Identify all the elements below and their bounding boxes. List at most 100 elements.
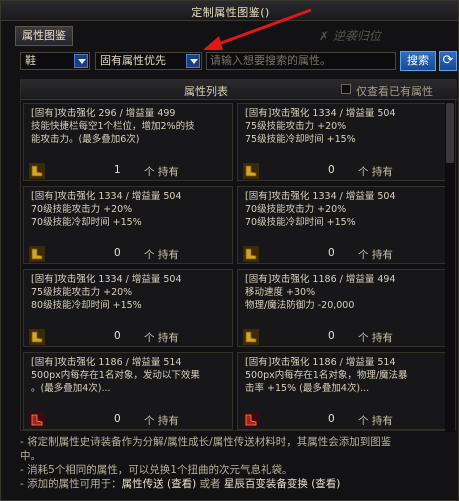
note-line: - 消耗5个相同的属性，可以兑换1个扭曲的次元气息礼袋。 [20, 464, 293, 476]
card-line: 70级技能攻击力 +20% [245, 204, 347, 215]
attribute-card[interactable]: [固有]攻击强化 1186 / 增益量 514 500px内每存在1名对象，发动… [23, 352, 233, 430]
card-line: 500px内每存在1名对象，发动以下效果 [31, 370, 200, 381]
panel-header: 属性列表 仅查看已有属性 [21, 80, 457, 100]
owned-label: 个 持有 [144, 415, 179, 427]
owned-label: 个 持有 [144, 166, 179, 178]
owned-label: 个 持有 [358, 415, 393, 427]
card-footer: 0 个 持有 [24, 411, 232, 430]
card-line: [固有]攻击强化 1186 / 增益量 514 [245, 357, 396, 368]
gold-shoe-icon [29, 163, 45, 179]
card-line: [固有]攻击强化 1334 / 增益量 504 [245, 191, 396, 202]
card-footer: 1 个 持有 [24, 162, 232, 181]
title-bar[interactable]: 定制属性图鉴() [1, 1, 458, 21]
card-line: [固有]攻击强化 1334 / 增益量 504 [31, 274, 182, 285]
scrollbar[interactable] [445, 101, 455, 432]
owned-count: 0 [114, 330, 121, 342]
card-description: [固有]攻击强化 1186 / 增益量 514 500px内每存在1名对象，物理… [245, 356, 443, 412]
card-footer: 0 个 持有 [238, 162, 446, 181]
card-footer: 0 个 持有 [238, 411, 446, 430]
attribute-card[interactable]: [固有]攻击强化 1334 / 增益量 504 70级技能攻击力 +20% 70… [23, 186, 233, 264]
slot-select[interactable]: 鞋 [20, 52, 90, 70]
card-footer: 0 个 持有 [238, 245, 446, 264]
notes-section: - 将定制属性史诗装备作为分解/属性成长/属性传送材料时，其属性会添加到图鉴 中… [20, 435, 456, 500]
note-line-usage: - 添加的属性可用于：属性传送 (查看) 或者 星辰百变装备变换 (查看) [20, 477, 456, 491]
owned-count: 1 [114, 164, 121, 176]
refresh-icon[interactable]: ⟳ [439, 51, 457, 71]
owned-count: 0 [328, 164, 335, 176]
filter-bar: 鞋 固有属性优先 请输入想要搜索的属性。 搜索 ⟳ [1, 49, 458, 75]
note-line: - 将定制属性史诗装备作为分解/属性成长/属性传送材料时，其属性会添加到图鉴 [20, 436, 392, 448]
card-description: [固有]攻击强化 1334 / 增益量 504 75级技能攻击力 +20% 75… [245, 107, 443, 163]
attribute-card[interactable]: [固有]攻击强化 296 / 增益量 499 技能快捷栏每空1个栏位，增加2%的… [23, 103, 233, 181]
card-footer: 0 个 持有 [24, 245, 232, 264]
owned-count: 0 [114, 247, 121, 259]
gold-shoe-icon [243, 163, 259, 179]
sort-select-value: 固有属性优先 [100, 54, 166, 67]
card-description: [固有]攻击强化 1334 / 增益量 504 75级技能攻击力 +20% 80… [31, 273, 229, 329]
card-line: 击率 +15% (最多叠加4次)... [245, 383, 370, 394]
card-description: [固有]攻击强化 1334 / 增益量 504 70级技能攻击力 +20% 70… [31, 190, 229, 246]
card-line: 500px内每存在1名对象，物理/魔法暴 [245, 370, 408, 381]
attribute-card[interactable]: [固有]攻击强化 1334 / 增益量 504 75级技能攻击力 +20% 75… [237, 103, 447, 181]
card-line: 技能快捷栏每空1个栏位，增加2%的技 [31, 121, 195, 132]
card-line: 70级技能攻击力 +20% [31, 204, 133, 215]
note-prefix: - 添加的属性可用于： [20, 478, 122, 490]
search-input[interactable]: 请输入想要搜索的属性。 [206, 52, 396, 70]
attribute-card[interactable]: [固有]攻击强化 1186 / 增益量 494 移动速度 +30% 物理/魔法防… [237, 269, 447, 347]
attribute-transfer-link[interactable]: 属性传送 (查看) [122, 478, 197, 490]
card-line: 70级技能冷却时间 +15% [31, 217, 142, 228]
owned-only-checkbox[interactable] [341, 84, 351, 94]
card-line: 70级技能冷却时间 +15% [245, 217, 356, 228]
chevron-down-icon[interactable] [186, 54, 200, 68]
card-description: [固有]攻击强化 1186 / 增益量 494 移动速度 +30% 物理/魔法防… [245, 273, 443, 329]
attribute-card[interactable]: [固有]攻击强化 1186 / 增益量 514 500px内每存在1名对象，物理… [237, 352, 447, 430]
panel-title: 属性列表 [184, 85, 228, 98]
card-description: [固有]攻击强化 296 / 增益量 499 技能快捷栏每空1个栏位，增加2%的… [31, 107, 229, 163]
owned-label: 个 持有 [144, 249, 179, 261]
owned-count: 0 [328, 247, 335, 259]
note-line: 中。 [20, 450, 41, 462]
card-line: 75级技能冷却时间 +15% [245, 134, 356, 145]
owned-count: 0 [114, 413, 121, 425]
attribute-card[interactable]: [固有]攻击强化 1334 / 增益量 504 75级技能攻击力 +20% 80… [23, 269, 233, 347]
tab-attribute-codex[interactable]: 属性图鉴 [15, 26, 73, 46]
attribute-card-grid: [固有]攻击强化 296 / 增益量 499 技能快捷栏每空1个栏位，增加2%的… [21, 101, 457, 432]
card-line: 移动速度 +30% [245, 287, 316, 298]
red-shoe-icon [243, 412, 259, 428]
card-line: 。(最多叠加4次)... [31, 383, 111, 394]
gold-shoe-icon [29, 246, 45, 262]
card-footer: 0 个 持有 [238, 328, 446, 347]
chevron-down-icon[interactable] [74, 54, 88, 68]
slot-select-value: 鞋 [25, 54, 36, 67]
card-footer: 0 个 持有 [24, 328, 232, 347]
card-description: [固有]攻击强化 1186 / 增益量 514 500px内每存在1名对象，发动… [31, 356, 229, 412]
owned-count: 0 [328, 413, 335, 425]
search-button[interactable]: 搜索 [400, 51, 436, 71]
card-line: [固有]攻击强化 1334 / 增益量 504 [31, 191, 182, 202]
tab-bar: 属性图鉴 [1, 21, 458, 47]
custom-attribute-codex-window: 定制属性图鉴() ✗ 逆袭归位 属性图鉴 鞋 固有属性优先 请输入想要搜索的属性… [0, 0, 459, 501]
gold-shoe-icon [29, 329, 45, 345]
red-shoe-icon [29, 412, 45, 428]
gold-shoe-icon [243, 246, 259, 262]
card-line: [固有]攻击强化 1186 / 增益量 514 [31, 357, 182, 368]
card-line: 75级技能攻击力 +20% [31, 287, 133, 298]
note-mid: 或者 [196, 478, 224, 490]
card-line: [固有]攻击强化 1334 / 增益量 504 [245, 108, 396, 119]
owned-only-label: 仅查看已有属性 [356, 85, 433, 98]
card-line: [固有]攻击强化 1186 / 增益量 494 [245, 274, 396, 285]
owned-label: 个 持有 [358, 332, 393, 344]
attribute-list-panel: 属性列表 仅查看已有属性 [固有]攻击强化 296 / 增益量 499 技能快捷… [20, 79, 457, 432]
sort-select[interactable]: 固有属性优先 [95, 52, 202, 70]
attribute-card[interactable]: [固有]攻击强化 1334 / 增益量 504 70级技能攻击力 +20% 70… [237, 186, 447, 264]
card-line: [固有]攻击强化 296 / 增益量 499 [31, 108, 176, 119]
owned-label: 个 持有 [358, 249, 393, 261]
owned-count: 0 [328, 330, 335, 342]
card-line: 物理/魔法防御力 -20,000 [245, 300, 355, 311]
scrollbar-thumb[interactable] [446, 103, 454, 163]
window-title: 定制属性图鉴() [191, 6, 270, 19]
card-line: 75级技能攻击力 +20% [245, 121, 347, 132]
star-equipment-transform-link[interactable]: 星辰百变装备变换 (查看) [224, 478, 341, 490]
card-description: [固有]攻击强化 1334 / 增益量 504 70级技能攻击力 +20% 70… [245, 190, 443, 246]
gold-shoe-icon [243, 329, 259, 345]
